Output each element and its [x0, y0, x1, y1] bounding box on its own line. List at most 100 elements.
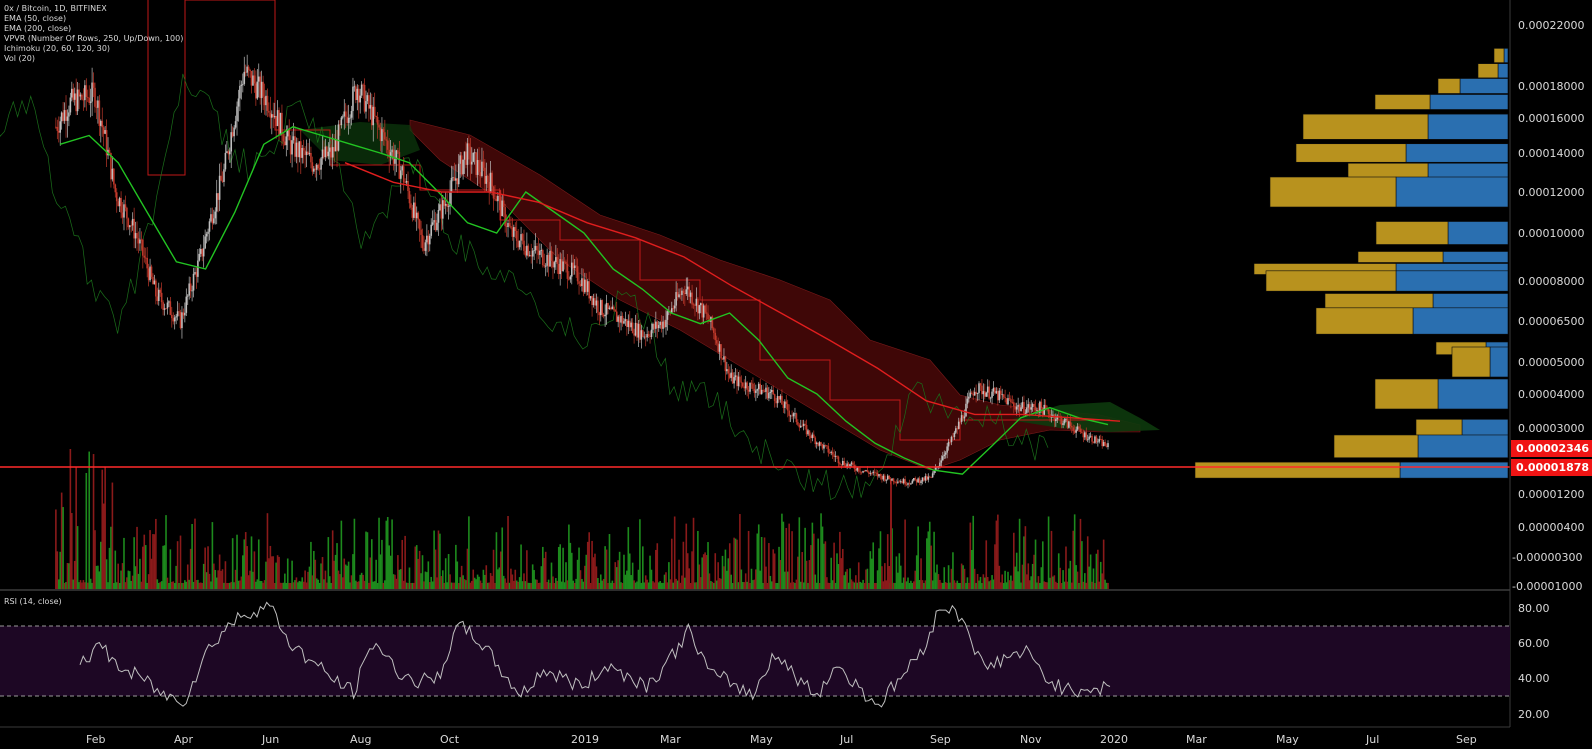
candle-body	[311, 162, 314, 172]
volume-bar	[1015, 552, 1018, 589]
candle-body	[317, 164, 319, 169]
candle-body	[1088, 436, 1090, 440]
candle-body	[372, 106, 375, 126]
volume-bar	[411, 582, 414, 589]
volume-bar	[378, 517, 380, 589]
candle-body	[1081, 431, 1083, 434]
candle-body	[659, 322, 661, 326]
candle-body	[491, 172, 493, 187]
volume-bar	[704, 552, 706, 589]
candle-body	[988, 386, 990, 399]
candle-body	[121, 212, 124, 218]
candle-body	[326, 146, 328, 157]
volume-bar	[730, 574, 733, 589]
candle-body	[507, 223, 509, 227]
candle-body	[1075, 429, 1077, 433]
candle-body	[863, 470, 866, 472]
candle-body	[381, 129, 383, 142]
candle-body	[950, 436, 953, 443]
volume-bar	[1078, 582, 1080, 589]
candle-body	[418, 219, 421, 230]
candle-body	[185, 296, 188, 313]
volume-bar	[946, 582, 948, 589]
volume-bar	[750, 568, 753, 589]
candle-body	[681, 290, 683, 295]
volume-bar	[740, 569, 743, 589]
volume-bar	[672, 582, 675, 589]
volume-bar	[533, 570, 535, 589]
date-tick: Mar	[1186, 733, 1207, 746]
candle-body	[292, 136, 295, 141]
candle-body	[550, 250, 553, 261]
volume-bar	[1066, 581, 1069, 589]
candle-body	[894, 481, 896, 483]
candle-body	[444, 203, 447, 206]
candle-body	[255, 83, 257, 99]
volume-bar	[73, 560, 76, 589]
volume-bar	[1073, 514, 1076, 589]
last-price-tag[interactable]: 0.00002346	[1511, 440, 1592, 457]
volume-bar	[756, 533, 759, 589]
candle-body	[191, 290, 193, 292]
volume-bar	[173, 582, 176, 589]
candle-body	[820, 442, 822, 445]
volume-bar	[152, 534, 154, 589]
volume-bar	[604, 546, 606, 589]
volume-bar	[585, 554, 588, 589]
volume-bar	[159, 582, 162, 589]
candle-body	[175, 316, 177, 318]
volume-bar	[975, 583, 977, 589]
candle-body	[205, 233, 208, 237]
chart-canvas[interactable]: 0x / Bitcoin, 1D, BITFINEX EMA (50, clos…	[0, 0, 1592, 749]
candle-body	[691, 292, 693, 305]
volume-bar	[326, 582, 328, 589]
volume-bar	[530, 582, 533, 589]
candle-body	[875, 472, 877, 474]
volume-bar	[1088, 566, 1090, 589]
candle-body	[741, 382, 744, 387]
candle-body	[1024, 412, 1027, 414]
volume-bar	[72, 579, 75, 589]
candle-body	[821, 444, 824, 449]
candle-body	[582, 278, 585, 293]
volume-bar	[475, 579, 477, 589]
volume-bar	[401, 539, 404, 589]
volume-bar	[1031, 563, 1034, 589]
volume-bar	[295, 577, 298, 589]
candle-body	[966, 398, 969, 404]
volume-bar	[355, 580, 357, 589]
candle-body	[698, 305, 701, 314]
candle-body	[566, 263, 569, 279]
volume-bar	[507, 516, 509, 589]
candle-body	[610, 307, 612, 310]
candle-body	[1079, 428, 1082, 432]
candle-body	[679, 294, 682, 296]
volume-bar	[678, 559, 680, 589]
volume-bar	[760, 536, 763, 589]
candle-body	[417, 212, 419, 220]
volume-bar	[314, 559, 317, 589]
candle-body	[69, 97, 72, 113]
volume-bar	[941, 582, 944, 589]
candle-body	[136, 233, 138, 239]
volume-bar	[153, 534, 156, 589]
candle-body	[734, 375, 737, 378]
volume-bar	[736, 539, 738, 589]
price-tick: 0.00000400	[1518, 521, 1584, 534]
candle-body	[986, 386, 989, 393]
volume-bar	[478, 576, 480, 589]
candle-body	[918, 478, 921, 483]
volume-bar	[598, 582, 601, 589]
volume-bar	[988, 581, 990, 589]
price-line-tag[interactable]: 0.00001878	[1511, 459, 1592, 476]
candle-body	[618, 316, 621, 323]
candle-body	[153, 280, 156, 285]
candle-body	[242, 83, 244, 85]
candle-body	[601, 300, 604, 315]
candle-body	[257, 76, 260, 82]
volume-bar	[381, 539, 383, 589]
candle-body	[497, 195, 499, 202]
candle-body	[1008, 398, 1011, 400]
volume-bar	[914, 570, 917, 589]
volume-bar	[486, 582, 489, 589]
